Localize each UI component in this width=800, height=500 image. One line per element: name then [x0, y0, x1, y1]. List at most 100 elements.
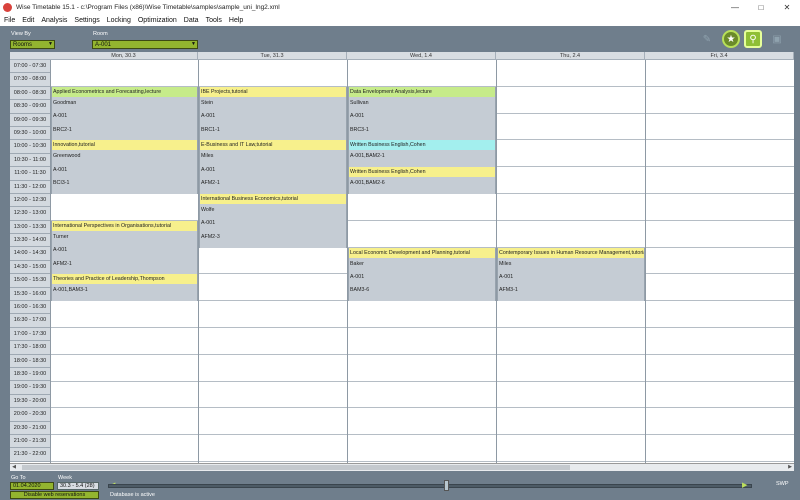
empty-slot[interactable] — [497, 301, 645, 328]
go-to-date-field[interactable]: 01.04.2020 — [10, 482, 54, 490]
lesson-card[interactable]: Applied Econometrics and Forecasting,lec… — [51, 86, 198, 141]
lesson-card[interactable]: International Perspectives in Organisati… — [51, 220, 198, 275]
slider-right-icon[interactable]: ▶ — [742, 481, 747, 489]
day-header-wed[interactable]: Wed, 1.4 — [347, 52, 496, 60]
week-field[interactable]: 30.3 - 5.4 (28) — [57, 482, 99, 490]
trophy-icon[interactable]: ★ — [722, 30, 740, 48]
empty-slot[interactable] — [497, 60, 645, 87]
day-header-fri[interactable]: Fri, 3.4 — [645, 52, 794, 60]
menu-tools[interactable]: Tools — [206, 17, 222, 24]
maximize-button[interactable]: □ — [748, 0, 774, 15]
empty-slot[interactable] — [646, 328, 794, 355]
week-slider-thumb[interactable] — [444, 480, 449, 491]
empty-slot[interactable] — [497, 140, 645, 168]
scroll-right-icon[interactable]: ▶ — [786, 464, 794, 471]
menu-edit[interactable]: Edit — [22, 17, 34, 24]
empty-slot[interactable] — [497, 435, 645, 462]
menu-settings[interactable]: Settings — [74, 17, 99, 24]
empty-slot[interactable] — [348, 221, 496, 248]
lesson-card[interactable]: E-Business and IT Law,tutorial Miles A-001… — [199, 140, 347, 194]
empty-slot[interactable] — [646, 60, 794, 87]
day-header-mon[interactable]: Mon, 30.3 — [50, 52, 198, 60]
empty-slot[interactable] — [646, 274, 794, 302]
empty-slot[interactable] — [348, 382, 496, 409]
empty-slot[interactable] — [497, 328, 645, 355]
day-column-wed[interactable]: Data Envelopment Analysis,lecture Sulliva… — [347, 60, 496, 463]
room-select[interactable]: A-001 ▼ — [92, 40, 198, 49]
lesson-card[interactable]: Written Business English,Cohen A-001,BAM2… — [348, 140, 496, 168]
empty-slot[interactable] — [646, 301, 794, 328]
empty-slot[interactable] — [348, 301, 496, 328]
empty-slot[interactable] — [497, 382, 645, 409]
empty-slot[interactable] — [199, 60, 347, 87]
empty-slot[interactable] — [51, 408, 198, 436]
empty-slot[interactable] — [497, 408, 645, 436]
lesson-card[interactable]: International Business Economics,tutoria… — [199, 194, 347, 248]
empty-slot[interactable] — [199, 274, 347, 302]
empty-slot[interactable] — [348, 60, 496, 87]
empty-slot[interactable] — [646, 87, 794, 114]
menu-data[interactable]: Data — [184, 17, 199, 24]
empty-slot[interactable] — [348, 408, 496, 436]
empty-slot[interactable] — [51, 60, 198, 87]
day-column-tue[interactable]: IBE Projects,tutorial Stein A-001 BRC1-1 E-B… — [198, 60, 347, 463]
magnifier-icon[interactable]: ⚲ — [744, 30, 762, 48]
empty-slot[interactable] — [497, 221, 645, 248]
view-by-select[interactable]: Rooms ▼ — [10, 40, 55, 49]
day-header-thu[interactable]: Thu, 2.4 — [496, 52, 645, 60]
eraser-icon[interactable]: ✎ — [698, 30, 716, 48]
day-header-tue[interactable]: Tue, 31.3 — [198, 52, 347, 60]
empty-slot[interactable] — [646, 194, 794, 221]
empty-slot[interactable] — [646, 221, 794, 248]
horizontal-scrollbar[interactable]: ◀ ▶ — [10, 463, 794, 471]
save-icon[interactable]: ▣ — [768, 30, 786, 48]
menu-analysis[interactable]: Analysis — [41, 17, 67, 24]
empty-slot[interactable] — [199, 355, 347, 382]
empty-slot[interactable] — [646, 114, 794, 141]
close-button[interactable]: ✕ — [774, 0, 800, 15]
empty-slot[interactable] — [199, 328, 347, 355]
lesson-card[interactable]: Theories and Practice of Leadership,Thom… — [51, 274, 198, 302]
empty-slot[interactable] — [51, 194, 198, 221]
menu-help[interactable]: Help — [229, 17, 243, 24]
empty-slot[interactable] — [497, 87, 645, 114]
empty-slot[interactable] — [51, 301, 198, 328]
empty-slot[interactable] — [497, 167, 645, 194]
menu-locking[interactable]: Locking — [107, 17, 131, 24]
empty-slot[interactable] — [646, 435, 794, 462]
menu-optimization[interactable]: Optimization — [138, 17, 177, 24]
minimize-button[interactable]: — — [722, 0, 748, 15]
empty-slot[interactable] — [51, 382, 198, 409]
empty-slot[interactable] — [199, 435, 347, 462]
day-column-thu[interactable]: Contemporary Issues in Human Resource Ma… — [496, 60, 645, 463]
empty-slot[interactable] — [646, 408, 794, 436]
empty-slot[interactable] — [646, 167, 794, 194]
empty-slot[interactable] — [199, 408, 347, 436]
empty-slot[interactable] — [646, 248, 794, 275]
empty-slot[interactable] — [199, 248, 347, 275]
empty-slot[interactable] — [199, 301, 347, 328]
empty-slot[interactable] — [348, 328, 496, 355]
day-column-fri[interactable] — [645, 60, 794, 463]
lesson-card[interactable]: Innovation,tutorial Greenwood A-001 BCI3-1 — [51, 140, 198, 194]
empty-slot[interactable] — [348, 194, 496, 221]
lesson-card[interactable]: IBE Projects,tutorial Stein A-001 BRC1-1 — [199, 86, 347, 141]
empty-slot[interactable] — [497, 355, 645, 382]
lesson-card[interactable]: Contemporary Issues in Human Resource Ma… — [497, 247, 645, 302]
lesson-card[interactable]: Written Business English,Cohen A-001,BAM2… — [348, 167, 496, 194]
empty-slot[interactable] — [51, 355, 198, 382]
empty-slot[interactable] — [51, 435, 198, 462]
empty-slot[interactable] — [51, 328, 198, 355]
empty-slot[interactable] — [497, 114, 645, 141]
lesson-card[interactable]: Local Economic Development and Planning,… — [348, 247, 496, 302]
scrollbar-thumb[interactable] — [22, 465, 570, 470]
scroll-left-icon[interactable]: ◀ — [10, 464, 18, 471]
day-column-mon[interactable]: Applied Econometrics and Forecasting,lec… — [50, 60, 198, 463]
menu-file[interactable]: File — [4, 17, 15, 24]
empty-slot[interactable] — [348, 435, 496, 462]
empty-slot[interactable] — [497, 194, 645, 221]
disable-web-reservations-button[interactable]: Disable web reservations — [10, 491, 99, 499]
empty-slot[interactable] — [348, 355, 496, 382]
lesson-card[interactable]: Data Envelopment Analysis,lecture Sulliva… — [348, 86, 496, 141]
empty-slot[interactable] — [199, 382, 347, 409]
